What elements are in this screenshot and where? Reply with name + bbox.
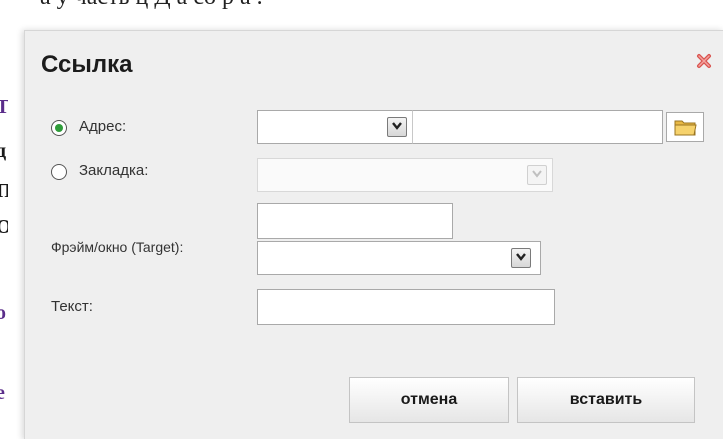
- cancel-button[interactable]: отмена: [349, 377, 509, 423]
- close-icon[interactable]: [696, 53, 712, 69]
- dialog-title: Ссылка: [41, 51, 133, 78]
- insert-button[interactable]: вставить: [517, 377, 695, 423]
- background-char: д: [0, 140, 7, 162]
- address-label: Адрес:: [79, 118, 127, 135]
- text-label: Текст:: [51, 298, 93, 315]
- bookmark-label: Закладка:: [79, 162, 149, 179]
- target-name-input[interactable]: [257, 203, 453, 239]
- chevron-down-icon[interactable]: [511, 248, 531, 268]
- background-char: О: [0, 216, 8, 238]
- bookmark-radio[interactable]: [51, 164, 67, 180]
- bookmark-select[interactable]: [257, 158, 553, 192]
- address-radio[interactable]: [51, 120, 67, 136]
- background-page-text: а у часть ц Д а со р а .: [40, 0, 263, 11]
- chevron-down-icon[interactable]: [387, 117, 407, 137]
- folder-icon: [674, 120, 697, 136]
- text-input[interactable]: [257, 289, 555, 325]
- page: а у часть ц Д а со р а . Т д П О о е Ссы…: [0, 0, 723, 439]
- link-dialog: Ссылка Адрес: Закладка: Фрэйм/окно (Targ…: [24, 30, 723, 439]
- background-char: П: [0, 180, 8, 202]
- background-char: о: [0, 302, 6, 324]
- background-char: Т: [0, 96, 8, 118]
- target-label: Фрэйм/окно (Target):: [51, 239, 184, 255]
- chevron-down-icon[interactable]: [527, 165, 547, 185]
- background-char: е: [0, 382, 5, 404]
- target-select[interactable]: [257, 241, 541, 275]
- browse-folder-button[interactable]: [666, 112, 704, 142]
